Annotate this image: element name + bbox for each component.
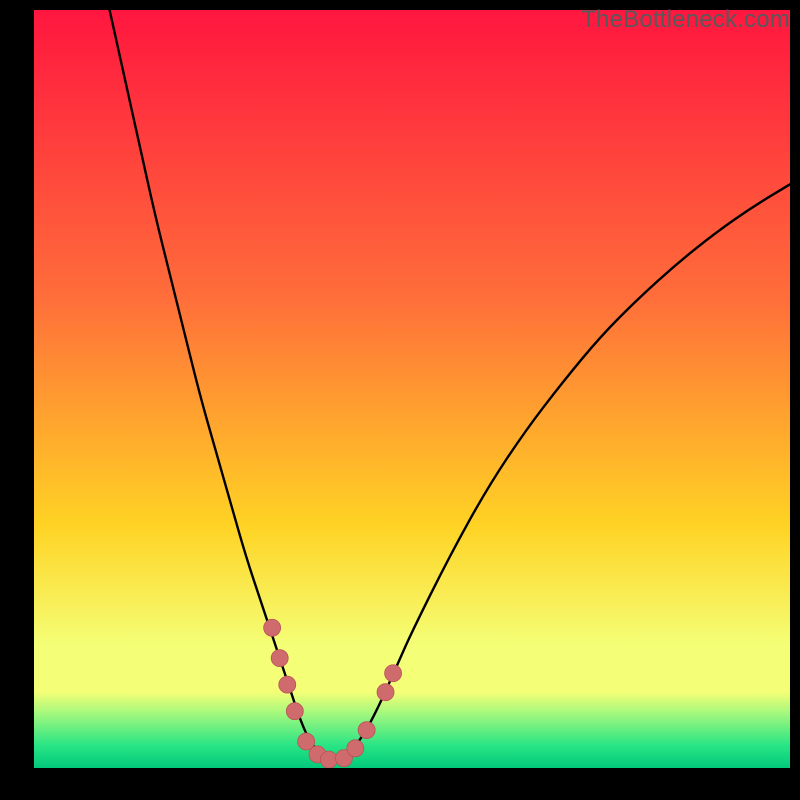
- curve-marker: [347, 740, 364, 757]
- curve-marker: [320, 751, 337, 768]
- curve-marker: [385, 665, 402, 682]
- curve-marker: [271, 650, 288, 667]
- curve-marker: [279, 676, 296, 693]
- bottleneck-chart: [34, 10, 790, 768]
- outer-frame: TheBottleneck.com: [0, 0, 800, 800]
- curve-marker: [286, 703, 303, 720]
- plot-area: [34, 10, 790, 768]
- curve-marker: [264, 619, 281, 636]
- watermark-label: TheBottleneck.com: [581, 6, 790, 34]
- curve-marker: [377, 684, 394, 701]
- curve-marker: [358, 722, 375, 739]
